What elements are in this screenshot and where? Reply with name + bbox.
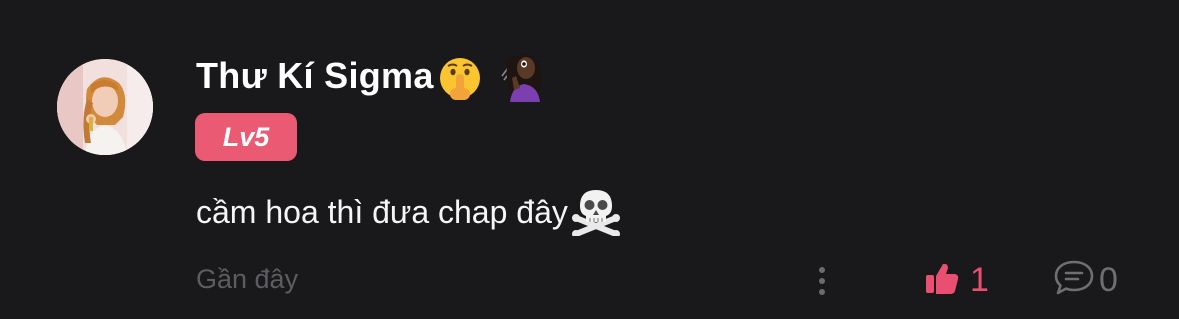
username[interactable]: Thư Kí Sigma <box>196 55 434 97</box>
comment-timestamp: Gần đây <box>196 264 299 294</box>
shushing-face-icon <box>436 52 484 100</box>
comment-body: cầm hoa thì đưa chap đây <box>196 188 622 236</box>
comment-header: Thư Kí Sigma <box>196 48 546 104</box>
more-dot-icon <box>819 278 825 284</box>
comment-text: cầm hoa thì đưa chap đây <box>196 193 568 230</box>
thumbs-up-icon <box>924 260 960 301</box>
more-options-button[interactable] <box>806 262 838 300</box>
reply-button[interactable]: 0 <box>1053 258 1118 302</box>
more-dot-icon <box>819 267 825 273</box>
comment-item: Thư Kí Sigma Lv5 cầm hoa thì đưa chap đâ… <box>0 0 1179 319</box>
comment-bubble-icon <box>1053 258 1095 303</box>
avatar[interactable] <box>57 59 153 155</box>
reply-count: 0 <box>1099 260 1118 299</box>
user-avatar-photo-icon <box>57 59 153 155</box>
like-button[interactable]: 1 <box>924 258 989 302</box>
like-count: 1 <box>970 260 989 299</box>
more-dot-icon <box>819 289 825 295</box>
woman-tipping-hand-icon <box>500 50 546 102</box>
level-badge: Lv5 <box>195 113 297 161</box>
skull-and-crossbones-icon <box>568 188 622 236</box>
